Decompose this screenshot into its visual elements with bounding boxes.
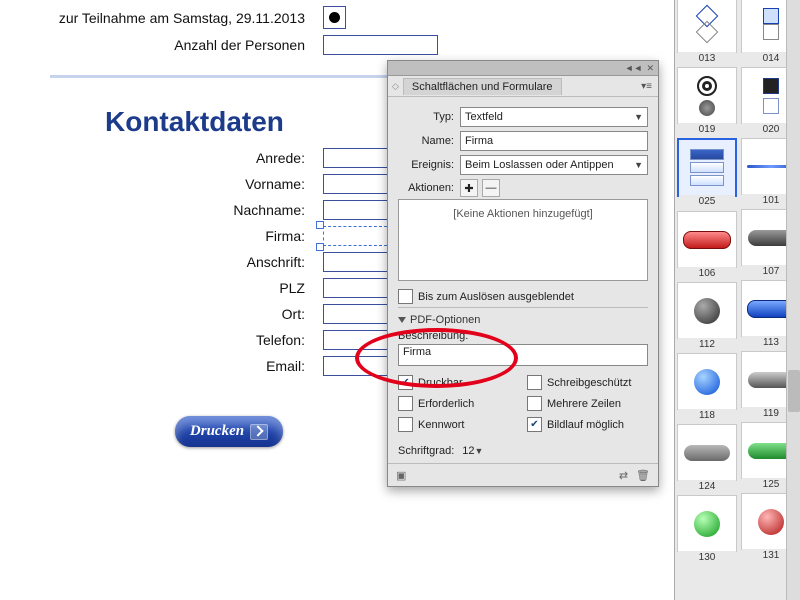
ort-label: Ort: (0, 306, 323, 322)
kennwort-checkbox[interactable]: Kennwort (398, 417, 519, 432)
firma-label: Firma: (0, 228, 323, 244)
hide-until-trigger-checkbox[interactable]: Bis zum Auslösen ausgeblendet (398, 289, 648, 304)
beschreibung-label: Beschreibung: (398, 330, 648, 342)
participate-saturday-radio[interactable] (323, 6, 346, 29)
palette-item-013[interactable]: 013 (677, 0, 737, 53)
schriftgrad-select[interactable]: 12▼ (462, 445, 526, 457)
palette-item-106[interactable]: 106 (677, 211, 737, 268)
palette-item-025[interactable]: 025 (677, 138, 737, 197)
schriftgrad-label: Schriftgrad: (398, 445, 454, 457)
panel-collapse-icon[interactable]: ◄◄ (625, 63, 643, 73)
remove-action-button[interactable]: — (482, 179, 500, 197)
nachname-label: Nachname: (0, 202, 323, 218)
mehrere-zeilen-checkbox[interactable]: Mehrere Zeilen (527, 396, 648, 411)
palette-item-118[interactable]: 118 (677, 353, 737, 410)
panel-menu-icon[interactable]: ▾≡ (641, 81, 652, 92)
typ-label: Typ: (398, 111, 454, 123)
email-label: Email: (0, 358, 323, 374)
convert-icon[interactable]: ⇄ (619, 469, 628, 482)
druckbar-checkbox[interactable]: Druckbar (398, 375, 519, 390)
typ-select[interactable]: Textfeld▼ (460, 107, 648, 127)
print-button[interactable]: Drucken (175, 416, 283, 447)
add-action-button[interactable]: ✚ (460, 179, 478, 197)
button-library-palette: 013019025106112118124130 014020101107113… (674, 0, 800, 600)
plz-label: PLZ (0, 280, 323, 296)
pdf-options-toggle[interactable]: PDF-Optionen (398, 314, 648, 326)
palette-item-112[interactable]: 112 (677, 282, 737, 339)
panel-tab[interactable]: Schaltflächen und Formulare (403, 78, 562, 95)
palette-item-124[interactable]: 124 (677, 424, 737, 481)
name-input[interactable]: Firma (460, 131, 648, 151)
anrede-label: Anrede: (0, 150, 323, 166)
palette-item-019[interactable]: 019 (677, 67, 737, 124)
erforderlich-checkbox[interactable]: Erforderlich (398, 396, 519, 411)
schreibgeschuetzt-checkbox[interactable]: Schreibgeschützt (527, 375, 648, 390)
aktionen-label: Aktionen: (398, 182, 454, 194)
anschrift-label: Anschrift: (0, 254, 323, 270)
participation-label: zur Teilnahme am Samstag, 29.11.2013 (0, 10, 323, 26)
trash-icon[interactable]: 🗑 (636, 469, 650, 482)
ereignis-select[interactable]: Beim Loslassen oder Antippen▼ (460, 155, 648, 175)
palette-scrollbar[interactable] (786, 0, 800, 600)
panel-close-icon[interactable]: ✕ (646, 63, 654, 74)
name-label: Name: (398, 135, 454, 147)
palette-item-130[interactable]: 130 (677, 495, 737, 552)
beschreibung-input[interactable]: Firma (398, 344, 648, 366)
ereignis-label: Ereignis: (398, 159, 454, 171)
bildlauf-checkbox[interactable]: Bildlauf möglich (527, 417, 648, 432)
actions-list[interactable]: [Keine Aktionen hinzugefügt] (398, 199, 648, 281)
telefon-label: Telefon: (0, 332, 323, 348)
buttons-forms-panel: ◄◄ ✕ ◇ Schaltflächen und Formulare ▾≡ Ty… (387, 60, 659, 487)
persons-input[interactable] (323, 35, 438, 55)
vorname-label: Vorname: (0, 176, 323, 192)
persons-label: Anzahl der Personen (0, 37, 323, 53)
preview-icon[interactable]: ▣ (396, 469, 406, 482)
print-icon (250, 424, 268, 440)
